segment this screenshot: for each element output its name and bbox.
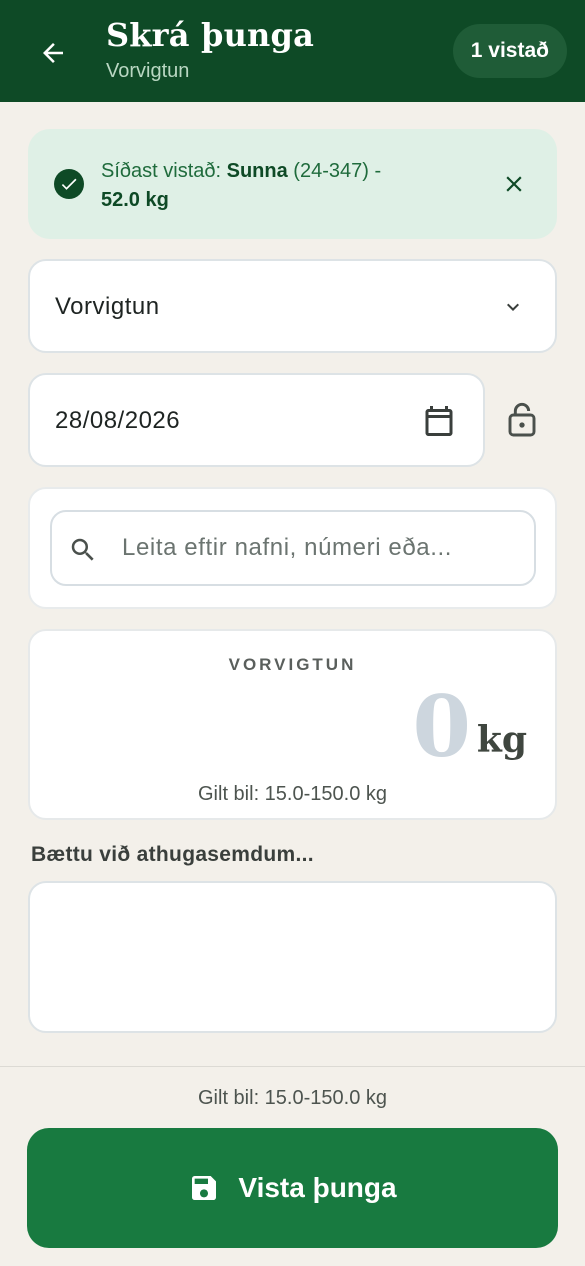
save-button-label: Vista þunga (238, 1172, 397, 1203)
banner-animal-id: (24-347) - (287, 160, 382, 182)
banner-prefix: Síðast vistað: (101, 160, 227, 182)
weight-display-card: VORVIGTUN 0 kg Gilt bil: 15.0-150.0 kg (28, 629, 557, 820)
close-icon (506, 176, 522, 192)
notes-input[interactable] (30, 883, 555, 1031)
last-saved-banner: Síðast vistað: Sunna (24-347) - 52.0 kg (28, 129, 557, 239)
dismiss-banner-button[interactable] (501, 171, 527, 197)
save-weight-button[interactable]: Vista þunga (27, 1128, 558, 1248)
floppy-disk-icon (192, 1176, 217, 1200)
date-value: 28/08/2026 (55, 407, 181, 434)
page-subtitle: Vorvigtun (106, 60, 190, 82)
lock-icon[interactable] (506, 400, 538, 438)
weighing-type-value: Vorvigtun (55, 293, 160, 320)
weight-value: 0 (412, 677, 471, 776)
back-button[interactable] (30, 30, 76, 76)
check-circle-icon (54, 169, 84, 199)
notes-label: Bættu við athugasemdum... (31, 843, 314, 866)
notes-field[interactable] (28, 881, 557, 1033)
weight-label: VORVIGTUN (228, 655, 357, 674)
saved-count-badge[interactable]: 1 vistað (452, 24, 567, 78)
footer-valid-range: Gilt bil: 15.0-150.0 kg (198, 1087, 387, 1109)
animal-search-card (28, 487, 557, 609)
app-header: Skrá þunga Vorvigtun 1 vistað (0, 0, 585, 102)
search-field[interactable] (50, 510, 536, 586)
page-title: Skrá þunga (106, 16, 315, 54)
last-saved-text: Síðast vistað: Sunna (24-347) - 52.0 kg (101, 157, 461, 215)
search-input[interactable] (122, 526, 522, 570)
date-field[interactable]: 28/08/2026 (28, 373, 485, 467)
weighing-type-select[interactable]: Vorvigtun (28, 259, 557, 353)
footer-divider (0, 1066, 585, 1067)
arrow-left-icon (43, 43, 63, 63)
weight-unit: kg (476, 719, 527, 761)
weight-valid-range: Gilt bil: 15.0-150.0 kg (198, 783, 387, 805)
search-icon (71, 538, 94, 561)
banner-animal-name: Sunna (226, 160, 288, 182)
banner-weight: 52.0 kg (101, 189, 169, 211)
chevron-down-icon (507, 303, 519, 311)
calendar-icon[interactable] (421, 402, 457, 440)
